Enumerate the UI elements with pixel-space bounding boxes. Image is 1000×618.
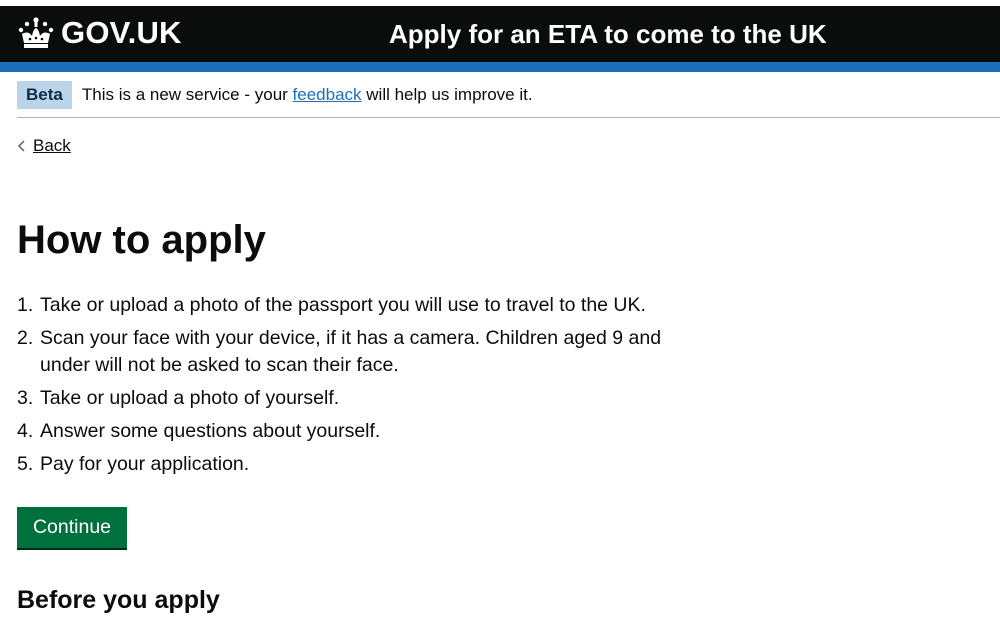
- list-item: 2. Scan your face with your device, if i…: [17, 325, 697, 379]
- govuk-logo-link[interactable]: GOV.UK: [17, 13, 182, 53]
- step-text: Scan your face with your device, if it h…: [40, 327, 662, 376]
- back-link[interactable]: Back: [17, 134, 71, 158]
- step-number: 1.: [17, 294, 34, 316]
- list-item: 1. Take or upload a photo of the passpor…: [17, 292, 697, 319]
- page-title: How to apply: [17, 218, 266, 262]
- phase-text-after: will help us improve it.: [361, 85, 533, 104]
- step-number: 2.: [17, 327, 34, 349]
- chevron-left-icon: [18, 140, 25, 152]
- step-number: 5.: [17, 453, 34, 475]
- list-item: 3. Take or upload a photo of yourself.: [17, 385, 697, 412]
- header-accent-bar: [0, 62, 1000, 72]
- step-number: 4.: [17, 420, 34, 442]
- logo-text: GOV.UK: [61, 15, 182, 50]
- phase-banner-text: This is a new service - your feedback wi…: [82, 85, 533, 105]
- phase-text-before: This is a new service - your: [81, 85, 293, 104]
- step-text: Answer some questions about yourself.: [40, 420, 381, 442]
- phase-banner: Beta This is a new service - your feedba…: [17, 79, 533, 111]
- list-item: 4. Answer some questions about yourself.: [17, 418, 697, 445]
- crown-icon: [18, 17, 54, 48]
- back-link-label: Back: [33, 136, 71, 155]
- step-text: Take or upload a photo of yourself.: [40, 387, 340, 409]
- phase-banner-divider: [17, 117, 1000, 118]
- step-text: Pay for your application.: [40, 453, 250, 475]
- feedback-link[interactable]: feedback: [293, 85, 362, 104]
- continue-button[interactable]: Continue: [17, 507, 127, 548]
- service-name-link[interactable]: Apply for an ETA to come to the UK: [389, 15, 827, 53]
- site-header: GOV.UK Apply for an ETA to come to the U…: [0, 6, 1000, 62]
- before-you-apply-heading: Before you apply: [17, 586, 220, 614]
- list-item: 5. Pay for your application.: [17, 451, 697, 478]
- steps-list: 1. Take or upload a photo of the passpor…: [17, 292, 697, 484]
- step-text: Take or upload a photo of the passport y…: [40, 294, 646, 316]
- beta-tag: Beta: [17, 81, 72, 109]
- step-number: 3.: [17, 387, 34, 409]
